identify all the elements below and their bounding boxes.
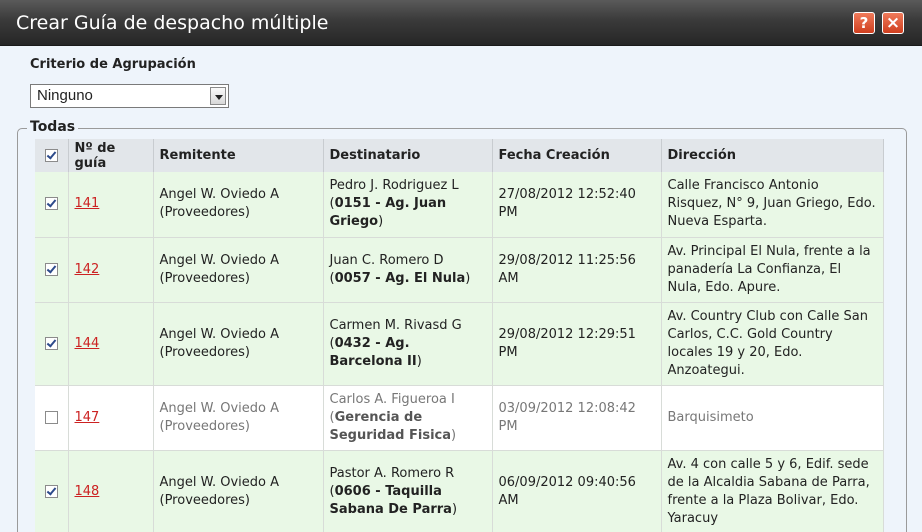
destinatario-cell: Pastor A. Romero R (0606 - Taquilla Saban… (323, 450, 493, 532)
help-icon[interactable]: ? (853, 12, 875, 34)
guia-link[interactable]: 142 (75, 262, 100, 277)
row-checkbox-cell (35, 385, 69, 451)
dialog-content: Criterio de Agrupación Ninguno Todas Nº … (10, 46, 912, 532)
destinatario-cell: Carmen M. Rivasd G (0432 - Ag. Barcelona … (323, 302, 493, 386)
remitente-cell: Angel W. Oviedo A (Proveedores) (153, 172, 324, 238)
row-checkbox[interactable] (44, 336, 58, 350)
destinatario-cell: Juan C. Romero D (0057 - Ag. El Nula) (323, 237, 493, 303)
destinatario-cell: Pedro J. Rodriguez L (0151 - Ag. Juan Gri… (323, 172, 493, 238)
fecha-cell: 29/08/2012 11:25:56 AM (492, 237, 662, 303)
header-remitente[interactable]: Remitente (153, 139, 324, 172)
direccion-cell: Calle Francisco Antonio Risquez, N° 9, J… (661, 172, 884, 238)
direccion-cell: Barquisimeto (661, 385, 884, 451)
close-icon[interactable]: × (882, 12, 904, 34)
guia-cell: 144 (68, 302, 154, 386)
remitente-cell: Angel W. Oviedo A (Proveedores) (153, 237, 324, 303)
fecha-cell: 27/08/2012 12:52:40 PM (492, 172, 662, 238)
destinatario-name: Carlos A. Figueroa I (329, 391, 455, 407)
row-checkbox[interactable] (44, 197, 58, 211)
paren-close: ) (378, 214, 384, 230)
grouping-label: Criterio de Agrupación (30, 57, 196, 72)
destinatario-agency: 0151 - Ag. Juan Griego (329, 196, 447, 230)
guia-link[interactable]: 141 (75, 196, 100, 211)
fecha-cell: 29/08/2012 12:29:51 PM (492, 302, 662, 386)
destinatario-name: Carmen M. Rivasd G (329, 317, 462, 333)
paren-close: ) (465, 270, 471, 286)
destinatario-agency: 0057 - Ag. El Nula (334, 270, 466, 286)
destinatario-agency: Gerencia de Seguridad Fisica (329, 409, 452, 443)
guia-link[interactable]: 144 (75, 336, 100, 351)
direccion-cell: Av. 4 con calle 5 y 6, Edif. sede de la … (661, 450, 884, 532)
destinatario-agency: 0606 - Taquilla Sabana De Parra (329, 483, 452, 517)
destinatario-cell: Carlos A. Figueroa I (Gerencia de Segurid… (323, 385, 493, 451)
header-direccion[interactable]: Dirección (661, 139, 884, 172)
dispatch-dialog: Crear Guía de despacho múltiple ? × Crit… (0, 0, 922, 532)
guia-cell: 147 (68, 385, 154, 451)
row-checkbox[interactable] (44, 262, 58, 276)
header-destinatario[interactable]: Destinatario (323, 139, 493, 172)
destinatario-name: Juan C. Romero D (329, 252, 444, 268)
row-checkbox-cell (35, 450, 69, 532)
remitente-cell: Angel W. Oviedo A (Proveedores) (153, 385, 324, 451)
paren-close: ) (451, 427, 457, 443)
remitente-name: Angel W. Oviedo A (159, 326, 280, 342)
remitente-name: Angel W. Oviedo A (159, 187, 280, 203)
table-row[interactable]: 141 Angel W. Oviedo A (Proveedores) Pedro… (35, 172, 884, 238)
dialog-titlebar[interactable]: Crear Guía de despacho múltiple ? × (0, 0, 922, 46)
guia-cell: 142 (68, 237, 154, 303)
row-checkbox-cell (35, 302, 69, 386)
remitente-group: (Proveedores) (159, 205, 251, 221)
remitente-name: Angel W. Oviedo A (159, 400, 280, 416)
row-checkbox-cell (35, 172, 69, 238)
remitente-cell: Angel W. Oviedo A (Proveedores) (153, 450, 324, 532)
table-row[interactable]: 144 Angel W. Oviedo A (Proveedores) Carme… (35, 302, 884, 386)
destinatario-name: Pastor A. Romero R (329, 465, 455, 481)
guia-cell: 148 (68, 450, 154, 532)
table-row[interactable]: 142 Angel W. Oviedo A (Proveedores) Juan … (35, 237, 884, 303)
remitente-cell: Angel W. Oviedo A (Proveedores) (153, 302, 324, 386)
remitente-name: Angel W. Oviedo A (159, 474, 280, 490)
paren-close: ) (416, 353, 422, 369)
header-fecha[interactable]: Fecha Creación (492, 139, 662, 172)
row-checkbox-cell (35, 237, 69, 303)
guia-link[interactable]: 147 (75, 410, 100, 425)
remitente-group: (Proveedores) (159, 418, 251, 434)
row-checkbox[interactable] (44, 484, 58, 498)
select-all-checkbox[interactable] (44, 149, 58, 162)
direccion-cell: Av. Country Club con Calle San Carlos, C… (661, 302, 884, 386)
fieldset-legend: Todas (27, 119, 79, 135)
grouping-select[interactable]: Ninguno (30, 84, 229, 108)
grouping-selected-value: Ninguno (37, 87, 93, 104)
destinatario-name: Pedro J. Rodriguez L (329, 178, 459, 194)
destinatario-agency: 0432 - Ag. Barcelona II (329, 335, 417, 369)
dialog-title: Crear Guía de despacho múltiple (16, 12, 329, 34)
remitente-group: (Proveedores) (159, 270, 251, 286)
header-guia[interactable]: Nº de guía (68, 139, 154, 172)
fecha-cell: 03/09/2012 12:08:42 PM (492, 385, 662, 451)
chevron-down-icon[interactable] (210, 87, 226, 105)
guia-cell: 141 (68, 172, 154, 238)
fecha-cell: 06/09/2012 09:40:56 AM (492, 450, 662, 532)
select-all-cell (35, 139, 69, 172)
guides-table: Nº de guía Remitente Destinatario Fecha … (35, 139, 884, 532)
table-header-row: Nº de guía Remitente Destinatario Fecha … (35, 139, 884, 172)
remitente-group: (Proveedores) (159, 492, 251, 508)
guia-link[interactable]: 148 (75, 484, 100, 499)
table-row[interactable]: 147 Angel W. Oviedo A (Proveedores) Carlo… (35, 385, 884, 451)
remitente-name: Angel W. Oviedo A (159, 252, 280, 268)
row-checkbox[interactable] (44, 410, 58, 424)
paren-close: ) (451, 501, 458, 517)
direccion-cell: Av. Principal El Nula, frente a la panad… (661, 237, 884, 303)
table-row[interactable]: 148 Angel W. Oviedo A (Proveedores) Pasto… (35, 450, 884, 532)
remitente-group: (Proveedores) (159, 344, 251, 360)
